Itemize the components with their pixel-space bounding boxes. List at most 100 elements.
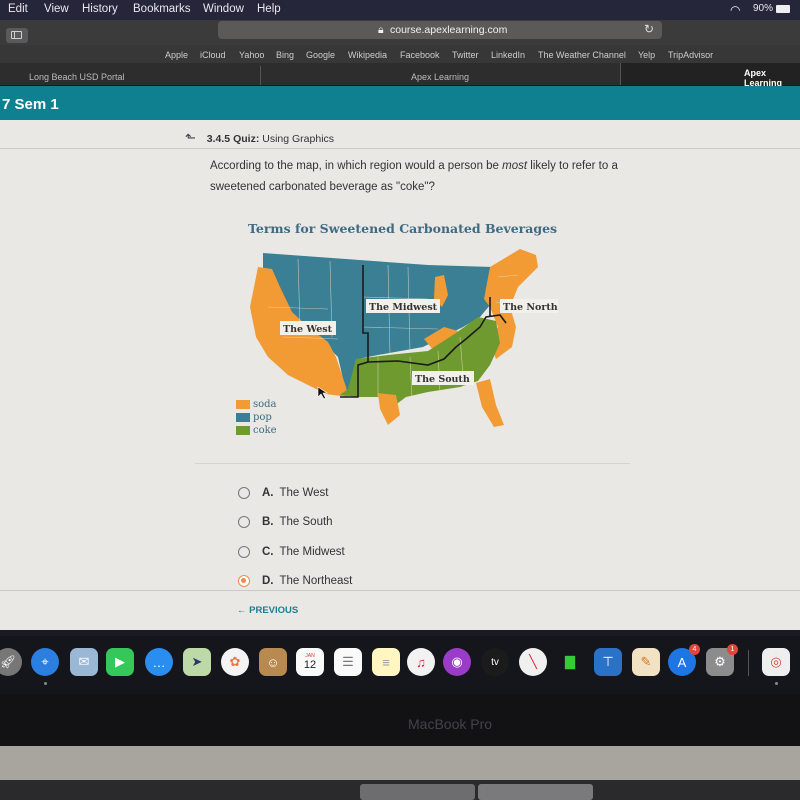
previous-button[interactable]: ← PREVIOUS [237, 605, 298, 616]
mail-icon[interactable]: ✉ [70, 648, 98, 676]
bookmark-apple[interactable]: Apple [165, 50, 188, 60]
question-text: According to the map, in which region wo… [210, 156, 650, 198]
quiz-number: 3.4.5 [206, 133, 231, 145]
answer-option-a[interactable]: A. The West [238, 487, 329, 499]
previous-label: PREVIOUS [249, 605, 299, 616]
bookmark-weather-channel[interactable]: The Weather Channel [538, 50, 626, 60]
messages-icon[interactable]: … [145, 648, 173, 676]
menu-edit[interactable]: Edit [8, 3, 28, 15]
radio-d-selected[interactable] [238, 575, 250, 587]
option-letter: A. [262, 487, 274, 499]
course-header: 7 Sem 1 [0, 86, 800, 120]
question-part1: According to the map, in which region wo… [210, 160, 503, 172]
app-store-icon[interactable]: A4 [668, 644, 700, 676]
device-model-label: MacBook Pro [408, 716, 493, 732]
label-the-west: The West [283, 324, 333, 335]
bookmark-tripadvisor[interactable]: TripAdvisor [668, 50, 713, 60]
tab-separator [260, 66, 261, 85]
dock-separator [748, 650, 749, 676]
bookmark-google[interactable]: Google [306, 50, 335, 60]
bookmarks-bar: Apple iCloud Yahoo Bing Google Wikipedia… [0, 45, 800, 63]
legend-label-pop: pop [253, 412, 272, 423]
legend-swatch-pop [236, 413, 250, 422]
divider [0, 148, 800, 149]
option-text: The West [279, 487, 329, 499]
bookmark-icloud[interactable]: iCloud [200, 50, 226, 60]
radio-c[interactable] [238, 546, 250, 558]
tv-icon[interactable]: tv [481, 648, 509, 676]
bookmark-bing[interactable]: Bing [276, 50, 294, 60]
safari-icon[interactable]: ⌖ [31, 648, 59, 676]
news-icon[interactable]: ╲ [519, 648, 547, 676]
label-the-northeast: The Northeast [503, 302, 558, 313]
music-icon[interactable]: ♫ [407, 648, 435, 676]
sidebar-toggle-button[interactable] [6, 28, 28, 43]
option-text: The Midwest [279, 546, 345, 558]
calendar-day: 12 [303, 659, 317, 671]
battery-icon[interactable] [776, 5, 790, 13]
answer-option-c[interactable]: C. The Midwest [238, 546, 345, 558]
menu-bookmarks[interactable]: Bookmarks [133, 3, 191, 15]
address-bar[interactable]: 🔒︎ course.apexlearning.com ↻ [218, 21, 662, 39]
key [478, 784, 593, 800]
battery-percent: 90% [753, 3, 774, 14]
option-letter: C. [262, 546, 274, 558]
lock-icon: 🔒︎ [378, 24, 384, 36]
menu-view[interactable]: View [44, 3, 69, 15]
legend-swatch-soda [236, 400, 250, 409]
calendar-icon[interactable]: JAN 12 [296, 648, 324, 676]
course-title: 7 Sem 1 [2, 96, 59, 113]
map-legend: soda pop coke [236, 398, 277, 437]
answer-option-d[interactable]: D. The Northeast [238, 575, 352, 587]
divider [195, 463, 630, 464]
tab-separator [620, 63, 621, 85]
option-text: The South [279, 516, 333, 528]
laptop-bezel: MacBook Pro [0, 694, 800, 746]
chrome-icon[interactable]: ◎ [762, 648, 790, 676]
numbers-icon[interactable]: ▇ [556, 648, 584, 676]
arrow-left-icon: ← [237, 605, 250, 616]
podcasts-icon[interactable]: ◉ [443, 648, 471, 676]
facetime-icon[interactable]: ▶ [106, 648, 134, 676]
label-the-midwest: The Midwest [369, 302, 438, 313]
reload-icon[interactable]: ↻ [644, 22, 654, 36]
bookmark-yelp[interactable]: Yelp [638, 50, 655, 60]
map-title: Terms for Sweetened Carbonated Beverages [248, 221, 558, 236]
radio-b[interactable] [238, 516, 250, 528]
keynote-icon[interactable]: ⊤ [594, 648, 622, 676]
bookmark-facebook[interactable]: Facebook [400, 50, 440, 60]
wifi-icon[interactable]: ◠ [730, 3, 740, 17]
maps-icon[interactable]: ➤ [183, 648, 211, 676]
menu-window[interactable]: Window [203, 3, 244, 15]
bookmark-yahoo[interactable]: Yahoo [239, 50, 264, 60]
reminders-icon[interactable]: ☰ [334, 648, 362, 676]
menu-help[interactable]: Help [257, 3, 281, 15]
sidebar-icon [11, 31, 22, 39]
tab-bar: Long Beach USD Portal Apex Learning Apex… [0, 63, 800, 88]
app-store-badge: 4 [689, 644, 700, 655]
radio-a[interactable] [238, 487, 250, 499]
tab-apex-learning[interactable]: Apex Learning [411, 72, 469, 82]
bookmark-linkedin[interactable]: LinkedIn [491, 50, 525, 60]
bookmark-wikipedia[interactable]: Wikipedia [348, 50, 387, 60]
up-arrow-icon[interactable]: ⬑ [185, 130, 196, 145]
notes-icon[interactable]: ≡ [372, 648, 400, 676]
option-text: The Northeast [279, 575, 353, 587]
legend-item-soda: soda [236, 398, 277, 411]
tv-label: tv [491, 656, 499, 668]
bookmark-twitter[interactable]: Twitter [452, 50, 479, 60]
photos-icon[interactable]: ✿ [221, 648, 249, 676]
quiz-type: Quiz: [233, 133, 260, 145]
menu-bar: Edit View History Bookmarks Window Help … [0, 0, 800, 20]
pages-icon[interactable]: ✎ [632, 648, 660, 676]
contacts-icon[interactable]: ☺ [259, 648, 287, 676]
tab-long-beach-portal[interactable]: Long Beach USD Portal [29, 72, 125, 82]
breadcrumb: ⬑ 3.4.5 Quiz: Using Graphics [185, 130, 334, 146]
tab-apex-learning-active[interactable]: Apex Learning [744, 68, 800, 88]
quiz-name: Using Graphics [262, 133, 335, 145]
menu-history[interactable]: History [82, 3, 118, 15]
system-preferences-icon[interactable]: ⚙ 1 [706, 644, 738, 676]
keyboard-row [0, 780, 800, 800]
launchpad-icon[interactable]: 🚀︎ [0, 648, 22, 676]
answer-option-b[interactable]: B. The South [238, 516, 333, 528]
